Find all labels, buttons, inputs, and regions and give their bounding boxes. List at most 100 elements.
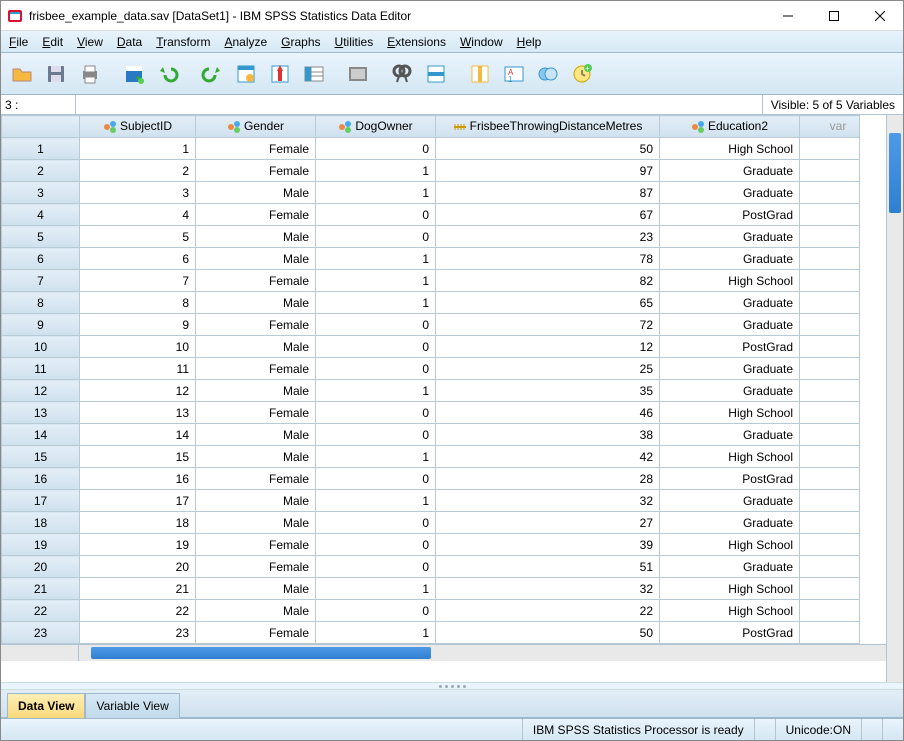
cell[interactable]: Graduate	[660, 556, 800, 578]
cell[interactable]: High School	[660, 138, 800, 160]
cell[interactable]: PostGrad	[660, 204, 800, 226]
cell-empty[interactable]	[800, 446, 860, 468]
cell[interactable]: 1	[316, 380, 436, 402]
cell[interactable]: 0	[316, 424, 436, 446]
cell-empty[interactable]	[800, 270, 860, 292]
cell[interactable]: 19	[80, 534, 196, 556]
splitter-grip[interactable]	[1, 682, 903, 690]
cell[interactable]: 20	[80, 556, 196, 578]
cell[interactable]: 10	[80, 336, 196, 358]
cell[interactable]: Graduate	[660, 160, 800, 182]
cell[interactable]: High School	[660, 270, 800, 292]
save-icon[interactable]	[41, 59, 71, 89]
cell-empty[interactable]	[800, 512, 860, 534]
open-icon[interactable]	[7, 59, 37, 89]
cell-empty[interactable]	[800, 424, 860, 446]
cell[interactable]: Female	[196, 402, 316, 424]
cell[interactable]: Male	[196, 292, 316, 314]
cell[interactable]: High School	[660, 402, 800, 424]
row-header[interactable]: 12	[2, 380, 80, 402]
cell[interactable]: Female	[196, 138, 316, 160]
cell[interactable]: PostGrad	[660, 622, 800, 644]
cell[interactable]: Graduate	[660, 314, 800, 336]
row-header[interactable]: 18	[2, 512, 80, 534]
cell[interactable]: 11	[80, 358, 196, 380]
cell-empty[interactable]	[800, 138, 860, 160]
row-header[interactable]: 9	[2, 314, 80, 336]
cell[interactable]: 23	[80, 622, 196, 644]
goto-var-icon[interactable]	[265, 59, 295, 89]
cell-empty[interactable]	[800, 358, 860, 380]
minimize-button[interactable]	[765, 1, 811, 30]
cell[interactable]: 42	[436, 446, 660, 468]
cell[interactable]: 2	[80, 160, 196, 182]
row-header[interactable]: 14	[2, 424, 80, 446]
cell[interactable]: 0	[316, 138, 436, 160]
cell[interactable]: Graduate	[660, 490, 800, 512]
cell[interactable]: 32	[436, 490, 660, 512]
insert-case-icon[interactable]	[421, 59, 451, 89]
cell[interactable]: 15	[80, 446, 196, 468]
cell[interactable]: Male	[196, 182, 316, 204]
col-header-SubjectID[interactable]: SubjectID	[80, 116, 196, 138]
cell[interactable]: 0	[316, 358, 436, 380]
menu-transform[interactable]: Transform	[156, 35, 210, 49]
cell[interactable]: 21	[80, 578, 196, 600]
col-header-Education2[interactable]: Education2	[660, 116, 800, 138]
cell[interactable]: Male	[196, 424, 316, 446]
cell[interactable]: PostGrad	[660, 336, 800, 358]
row-header[interactable]: 7	[2, 270, 80, 292]
cell-empty[interactable]	[800, 292, 860, 314]
col-header-FrisbeeThrowingDistanceMetres[interactable]: FrisbeeThrowingDistanceMetres	[436, 116, 660, 138]
cell[interactable]: 32	[436, 578, 660, 600]
cell[interactable]: 27	[436, 512, 660, 534]
cell-empty[interactable]	[800, 622, 860, 644]
cell[interactable]: 4	[80, 204, 196, 226]
redo-icon[interactable]	[197, 59, 227, 89]
cell[interactable]: 0	[316, 534, 436, 556]
cell[interactable]: 0	[316, 336, 436, 358]
goto-case-icon[interactable]	[231, 59, 261, 89]
row-header[interactable]: 20	[2, 556, 80, 578]
cell[interactable]: 1	[316, 622, 436, 644]
cell[interactable]: High School	[660, 600, 800, 622]
cell[interactable]: 22	[80, 600, 196, 622]
cell-empty[interactable]	[800, 578, 860, 600]
cell[interactable]: Male	[196, 600, 316, 622]
row-header[interactable]: 11	[2, 358, 80, 380]
row-header[interactable]: 6	[2, 248, 80, 270]
menu-window[interactable]: Window	[460, 35, 503, 49]
cell[interactable]: 5	[80, 226, 196, 248]
cell[interactable]: 65	[436, 292, 660, 314]
cell[interactable]: 8	[80, 292, 196, 314]
row-header[interactable]: 4	[2, 204, 80, 226]
variables-icon[interactable]	[299, 59, 329, 89]
find-icon[interactable]	[387, 59, 417, 89]
vertical-scrollbar[interactable]	[886, 115, 903, 682]
cell[interactable]: 16	[80, 468, 196, 490]
tab-data-view[interactable]: Data View	[7, 693, 85, 718]
row-header[interactable]: 23	[2, 622, 80, 644]
cell[interactable]: Graduate	[660, 226, 800, 248]
cell[interactable]: High School	[660, 446, 800, 468]
cell[interactable]: 35	[436, 380, 660, 402]
cell[interactable]: 51	[436, 556, 660, 578]
cell[interactable]: Graduate	[660, 292, 800, 314]
cell[interactable]: High School	[660, 578, 800, 600]
cell[interactable]: 50	[436, 622, 660, 644]
row-header[interactable]: 2	[2, 160, 80, 182]
cell[interactable]: Male	[196, 578, 316, 600]
cell-empty[interactable]	[800, 600, 860, 622]
cell[interactable]: 1	[316, 248, 436, 270]
cell[interactable]: 1	[316, 160, 436, 182]
cell[interactable]: Female	[196, 204, 316, 226]
cell[interactable]: 1	[316, 578, 436, 600]
cell[interactable]: 1	[80, 138, 196, 160]
cell[interactable]: 28	[436, 468, 660, 490]
cell[interactable]: Male	[196, 380, 316, 402]
split-icon[interactable]: A1	[499, 59, 529, 89]
col-header-Gender[interactable]: Gender	[196, 116, 316, 138]
cell[interactable]: 38	[436, 424, 660, 446]
cell[interactable]: 0	[316, 512, 436, 534]
data-list-icon[interactable]	[119, 59, 149, 89]
